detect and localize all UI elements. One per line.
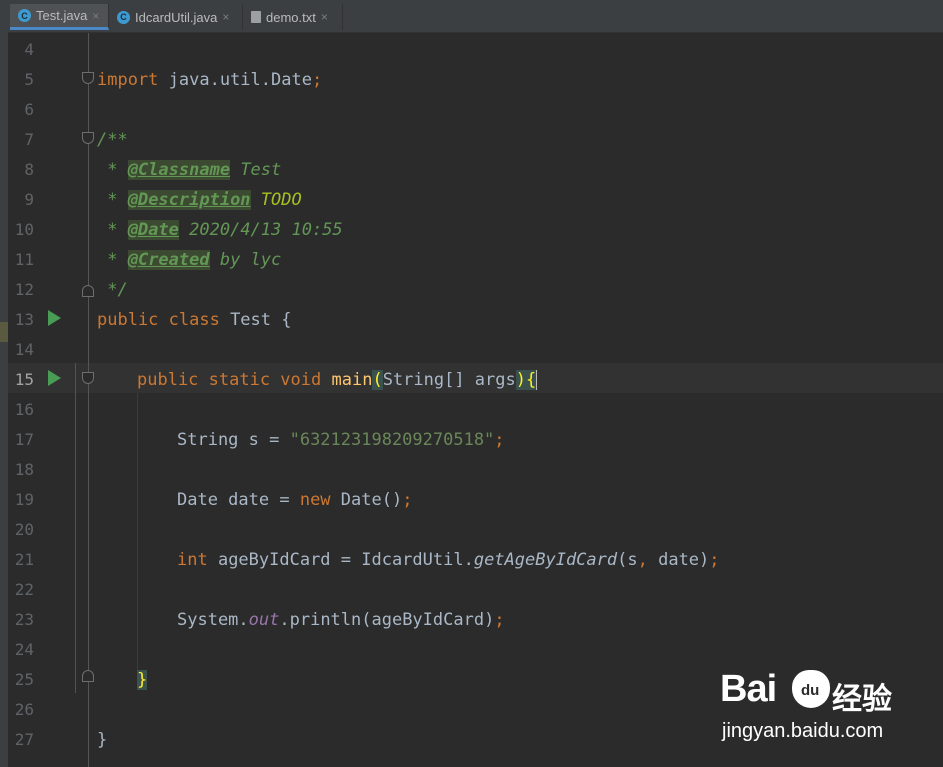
code-line: 18 [8, 455, 943, 485]
code-text: import java.util.Date; [97, 70, 323, 90]
line-number: 22 [14, 580, 34, 599]
watermark-jingyan: 经验 [832, 683, 892, 716]
line-number: 25 [14, 670, 34, 689]
line-number: 16 [14, 400, 34, 419]
text-caret [536, 370, 538, 390]
main-method-declaration: public static void main(String[] args){ [137, 370, 538, 390]
code-editor[interactable]: 4 5 import java.util.Date; 6 7 /** 8 * @… [8, 33, 943, 767]
class-closing-brace: } [97, 730, 108, 750]
doc-comment-classname: * @Classname Test [97, 160, 282, 180]
date-assignment: Date date = new Date(); [177, 490, 413, 510]
code-line: 4 [8, 35, 943, 65]
line-number: 21 [14, 550, 34, 569]
code-line: 21 int ageByIdCard = IdcardUtil.getAgeBy… [8, 545, 943, 575]
code-line: 15 public static void main(String[] args… [8, 365, 943, 395]
code-line: 19 Date date = new Date(); [8, 485, 943, 515]
line-number: 10 [14, 220, 34, 239]
code-line: 7 /** [8, 125, 943, 155]
line-number: 7 [24, 130, 34, 149]
line-number: 15 [14, 370, 34, 389]
line-number: 12 [14, 280, 34, 299]
line-number: 14 [14, 340, 34, 359]
java-class-icon: C [117, 10, 130, 24]
code-line: 14 [8, 335, 943, 365]
tab-test-java[interactable]: C Test.java × [10, 4, 109, 30]
line-number: 11 [14, 250, 34, 269]
code-line: 16 [8, 395, 943, 425]
tab-demo-txt[interactable]: demo.txt × [243, 4, 343, 30]
code-line: 10 * @Date 2020/4/13 10:55 [8, 215, 943, 245]
watermark-url: jingyan.baidu.com [722, 720, 884, 742]
line-number: 18 [14, 460, 34, 479]
code-line: 13 public class Test { [8, 305, 943, 335]
line-number: 26 [14, 700, 34, 719]
line-number: 19 [14, 490, 34, 509]
code-line: 9 * @Description TODO [8, 185, 943, 215]
age-assignment: int ageByIdCard = IdcardUtil.getAgeByIdC… [177, 550, 720, 570]
code-line: 17 String s = "632123198209270518"; [8, 425, 943, 455]
code-line: 11 * @Created by lyc [8, 245, 943, 275]
code-line: 24 [8, 635, 943, 665]
editor-tab-bar: C Test.java × C IdcardUtil.java × demo.t… [8, 0, 943, 33]
code-line: 8 * @Classname Test [8, 155, 943, 185]
doc-comment-end: */ [97, 280, 128, 300]
string-assignment: String s = "632123198209270518"; [177, 430, 505, 450]
doc-comment-created: * @Created by lyc [97, 250, 282, 270]
line-number: 5 [24, 70, 34, 89]
baidu-jingyan-watermark: Bai du 经验 jingyan.baidu.com [720, 668, 935, 753]
code-line: 23 System.out.println(ageByIdCard); [8, 605, 943, 635]
line-number: 9 [24, 190, 34, 209]
code-line: 6 [8, 95, 943, 125]
close-icon[interactable]: × [321, 10, 328, 24]
doc-comment-description: * @Description TODO [97, 190, 302, 210]
tab-label: Test.java [36, 8, 88, 23]
java-class-icon: C [18, 9, 31, 22]
paw-icon: du [792, 670, 830, 708]
tab-idcardutil-java[interactable]: C IdcardUtil.java × [109, 4, 243, 30]
class-declaration: public class Test { [97, 310, 292, 330]
tab-label: demo.txt [266, 9, 316, 25]
tab-label: IdcardUtil.java [135, 9, 218, 25]
close-icon[interactable]: × [222, 10, 229, 24]
code-line: 5 import java.util.Date; [8, 65, 943, 95]
code-line: 12 */ [8, 275, 943, 305]
println-statement: System.out.println(ageByIdCard); [177, 610, 505, 630]
line-number: 4 [24, 40, 34, 59]
line-number: 6 [24, 100, 34, 119]
line-number: 20 [14, 520, 34, 539]
code-line: 20 [8, 515, 943, 545]
watermark-brand: Bai [720, 668, 777, 710]
code-line: 22 [8, 575, 943, 605]
line-number: 24 [14, 640, 34, 659]
line-number: 23 [14, 610, 34, 629]
text-file-icon [251, 11, 261, 23]
structure-marker [0, 322, 8, 342]
doc-comment-start: /** [97, 130, 128, 150]
doc-comment-date: * @Date 2020/4/13 10:55 [97, 220, 343, 240]
close-icon[interactable]: × [92, 9, 99, 23]
method-closing-brace: } [137, 670, 148, 690]
line-number: 17 [14, 430, 34, 449]
line-number: 8 [24, 160, 34, 179]
line-number: 13 [14, 310, 34, 329]
left-tool-strip [0, 0, 8, 767]
line-number: 27 [14, 730, 34, 749]
